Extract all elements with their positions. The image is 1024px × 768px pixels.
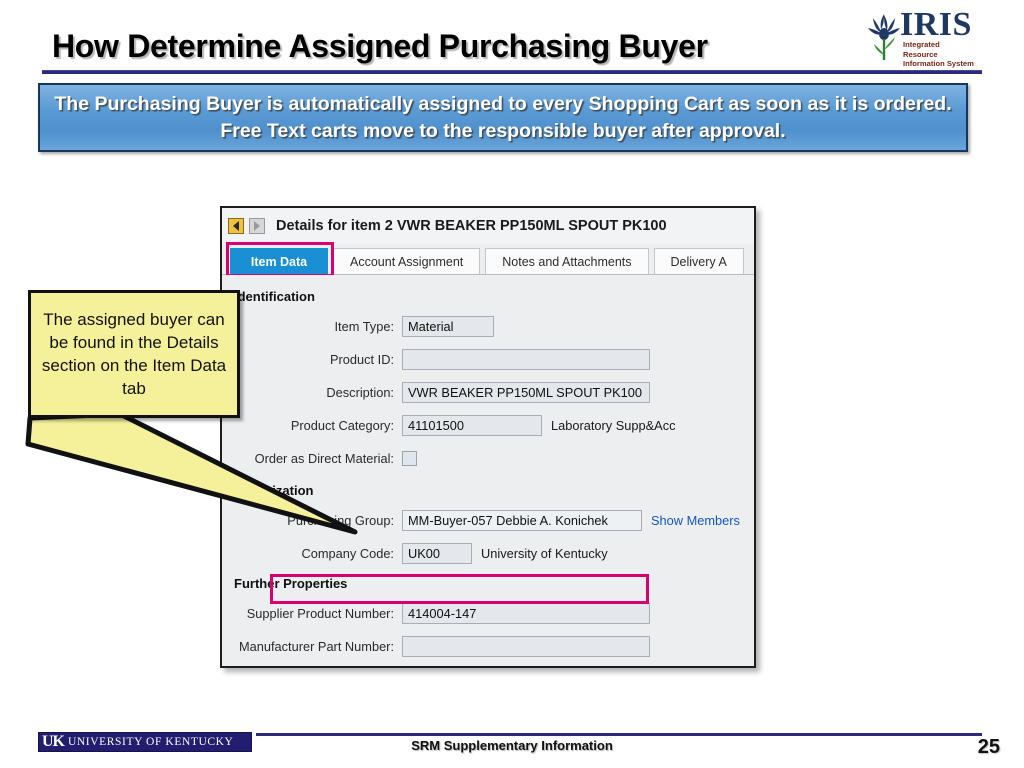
field-label-supplier-product-number: Supplier Product Number: [246,606,394,621]
field-input-description[interactable]: VWR BEAKER PP150ML SPOUT PK100 [402,382,650,403]
field-input-product-id[interactable] [402,349,650,370]
section-heading-further-properties: Further Properties [234,576,348,591]
page-title: How Determine Assigned Purchasing Buyer [52,28,708,64]
field-input-product-category[interactable]: 41101500 [402,415,542,436]
iris-subtitle-line1: Integrated Resource [903,40,940,59]
field-input-purchasing-group[interactable]: MM-Buyer-057 Debbie A. Konichek [402,510,642,531]
slide-canvas: IRIS Integrated Resource Information Sys… [0,0,1024,768]
iris-logo: IRIS Integrated Resource Information Sys… [864,6,976,69]
show-members-link[interactable]: Show Members [651,513,740,528]
iris-subtitle-line2: Information System [903,59,974,69]
field-row-manufacturer-part-number: Manufacturer Part Number: [234,630,754,663]
iris-wordmark: IRIS [900,6,972,43]
info-banner-text: The Purchasing Buyer is automatically as… [54,92,952,142]
field-input-manufacturer-part-number[interactable] [402,636,650,657]
field-row-supplier-product-number: Supplier Product Number: 414004-147 [234,597,754,630]
footer-divider [256,733,982,736]
field-label-manufacturer-part-number: Manufacturer Part Number: [238,639,394,654]
tab-delivery-address[interactable]: Delivery A [653,248,744,274]
page-number: 25 [977,736,1000,758]
field-row-company-code: Company Code: UK00 University of Kentuck… [234,537,754,570]
tab-notes-and-attachments[interactable]: Notes and Attachments [485,248,649,274]
annotation-callout-text: The assigned buyer can be found in the D… [41,310,227,398]
iris-subtitle: Integrated Resource Information System [903,40,976,69]
field-label-company-code: Company Code: [301,546,394,561]
info-banner: The Purchasing Buyer is automatically as… [38,83,968,152]
field-tail-product-category: Laboratory Supp&Acc [551,418,676,433]
footer-center-text: SRM Supplementary Information [411,738,613,753]
field-input-supplier-product-number[interactable]: 414004-147 [402,603,650,624]
field-input-company-code[interactable]: UK00 [402,543,472,564]
annotation-callout: The assigned buyer can be found in the D… [28,290,240,418]
field-tail-company-code: University of Kentucky [481,546,608,561]
title-divider [42,70,982,74]
